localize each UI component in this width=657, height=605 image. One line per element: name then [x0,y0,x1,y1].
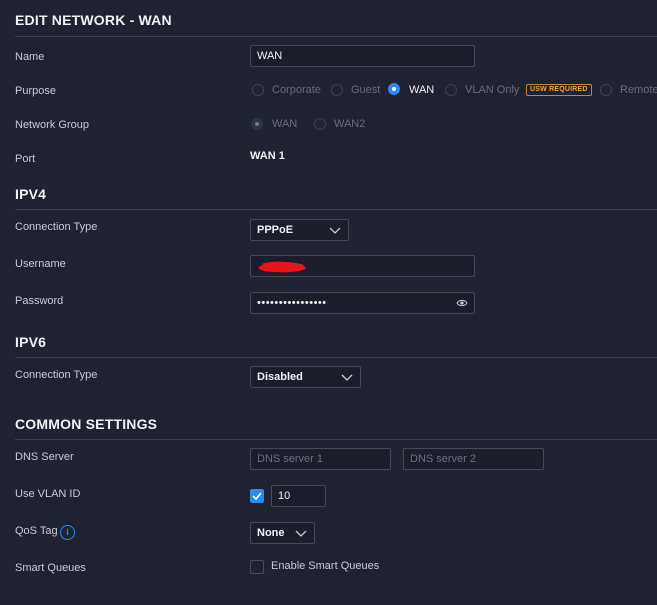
password-label: Password [15,295,64,307]
dns-server-label: DNS Server [15,451,74,463]
dns-server-2-input[interactable]: DNS server 2 [403,448,544,470]
redaction-scribble [258,261,306,273]
divider [15,357,657,358]
page-title: EDIT NETWORK - WAN [15,12,172,28]
username-input[interactable] [250,255,475,277]
divider [15,209,657,210]
name-label: Name [15,51,45,63]
use-vlan-id-checkbox[interactable] [250,489,264,503]
eye-icon[interactable] [456,298,468,308]
usw-required-badge: USW REQUIRED [526,84,592,96]
check-icon [252,492,262,501]
qos-tag-select[interactable]: None [250,522,315,544]
purpose-option-vlan-only[interactable]: VLAN Only [465,84,519,96]
purpose-option-guest[interactable]: Guest [351,84,380,96]
divider [15,439,657,440]
common-settings-title: COMMON SETTINGS [15,416,158,432]
purpose-label: Purpose [15,85,56,97]
info-icon[interactable]: i [60,525,75,540]
purpose-radio-corporate[interactable] [252,84,264,96]
network-group-option-wan[interactable]: WAN [272,118,297,130]
dns-server-1-input[interactable]: DNS server 1 [250,448,391,470]
purpose-option-remote[interactable]: Remote [620,84,657,96]
chevron-down-icon [329,227,341,234]
password-value: •••••••••••••••• [257,297,327,309]
purpose-radio-guest[interactable] [331,84,343,96]
name-input[interactable]: WAN [250,45,475,67]
ipv4-connection-type-label: Connection Type [15,221,98,233]
password-input[interactable]: •••••••••••••••• [250,292,475,314]
port-label: Port [15,153,36,165]
ipv6-title: IPV6 [15,334,47,350]
ipv4-title: IPV4 [15,186,47,202]
username-label: Username [15,258,66,270]
use-vlan-id-label: Use VLAN ID [15,488,81,500]
smart-queues-checkbox-label[interactable]: Enable Smart Queues [271,560,379,572]
vlan-id-input[interactable]: 10 [271,485,326,507]
ipv6-connection-type-select[interactable]: Disabled [250,366,361,388]
qos-tag-label: QoS Tag [15,525,58,537]
purpose-option-corporate[interactable]: Corporate [272,84,321,96]
purpose-radio-wan[interactable] [388,83,400,95]
ipv6-connection-type-value: Disabled [257,371,303,383]
ipv4-connection-type-value: PPPoE [257,224,294,236]
port-value: WAN 1 [250,150,285,162]
chevron-down-icon [341,374,353,381]
network-group-radio-wan[interactable] [251,118,263,130]
network-group-label: Network Group [15,119,89,131]
purpose-radio-vlan-only[interactable] [445,84,457,96]
divider [15,36,657,37]
smart-queues-checkbox[interactable] [250,560,264,574]
ipv4-connection-type-select[interactable]: PPPoE [250,219,349,241]
purpose-option-wan[interactable]: WAN [409,84,434,96]
purpose-radio-remote[interactable] [600,84,612,96]
network-group-option-wan2[interactable]: WAN2 [334,118,365,130]
ipv6-connection-type-label: Connection Type [15,369,98,381]
network-group-radio-wan2[interactable] [314,118,326,130]
qos-tag-value: None [257,527,285,539]
smart-queues-label: Smart Queues [15,562,86,574]
chevron-down-icon [295,530,307,537]
